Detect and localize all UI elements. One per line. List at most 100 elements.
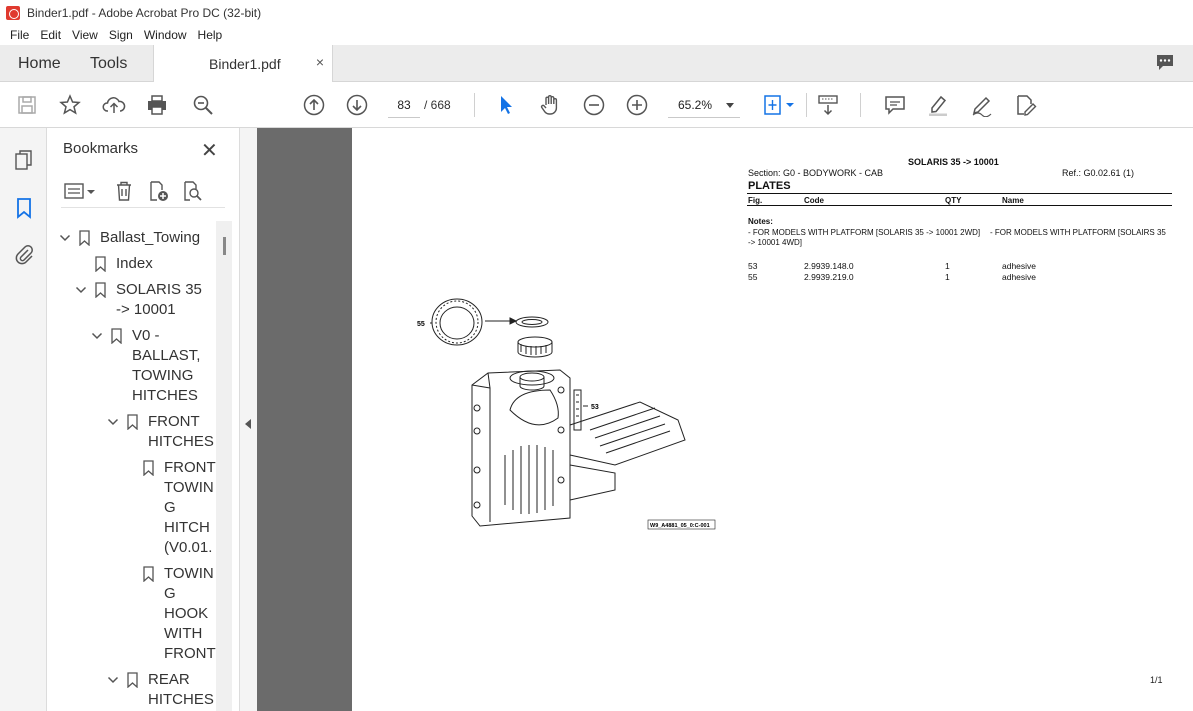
tab-close-icon[interactable]: ×	[316, 54, 324, 70]
table-rule-top	[747, 193, 1172, 194]
menu-edit[interactable]: Edit	[40, 28, 61, 42]
bookmark-icon	[127, 414, 138, 430]
left-rail	[0, 128, 47, 711]
search-bookmark-icon[interactable]	[181, 180, 203, 202]
page-number-input[interactable]: 83	[388, 92, 420, 118]
zoom-search-icon[interactable]	[191, 93, 215, 117]
row-55-code: 2.9939.219.0	[804, 272, 854, 282]
callout-53: 53	[591, 404, 599, 411]
save-icon[interactable]	[15, 93, 39, 117]
page-thumbnails-icon[interactable]	[13, 149, 35, 171]
chevron-down-icon[interactable]	[59, 232, 71, 244]
zoom-level-value: 65.2%	[678, 98, 713, 112]
menu-view[interactable]: View	[72, 28, 98, 42]
chevron-down-icon[interactable]	[75, 284, 87, 296]
bookmark-label: REAR HITCHES	[148, 671, 214, 708]
chevron-down-icon[interactable]	[107, 674, 119, 686]
upload-cloud-icon[interactable]	[102, 93, 126, 117]
paperclip-icon[interactable]	[13, 243, 35, 265]
close-icon[interactable]: ✕	[201, 138, 218, 163]
col-name: Name	[1002, 196, 1024, 205]
scroll-mode-icon[interactable]	[816, 93, 840, 117]
toolbar: 83 / 668 65.2%	[0, 82, 1193, 128]
highlight-pen-icon[interactable]	[926, 93, 950, 117]
doc-section: Section: G0 - BODYWORK - CAB	[748, 168, 884, 178]
select-cursor-icon[interactable]	[494, 93, 518, 117]
bookmark-tree: Ballast_Towing Index SOLARIS 35 -> 10001 V0…	[47, 220, 229, 711]
toolbar-divider	[474, 93, 475, 117]
tab-tools[interactable]: Tools	[90, 55, 127, 73]
toolbar-divider	[860, 93, 861, 117]
previous-page-icon[interactable]	[302, 93, 326, 117]
bookmark-icon	[111, 328, 122, 344]
doc-header: SOLARIS 35 -> 10001	[908, 157, 999, 167]
hand-tool-icon[interactable]	[538, 93, 562, 117]
chevron-down-icon[interactable]	[123, 462, 135, 474]
tab-document-label: Binder1.pdf	[209, 56, 281, 72]
title-bar: Binder1.pdf - Adobe Acrobat Pro DC (32-b…	[0, 0, 1193, 25]
bookmark-item[interactable]: REAR HITCHES	[107, 670, 214, 710]
bookmark-icon	[79, 230, 90, 246]
comment-icon[interactable]	[883, 93, 907, 117]
delete-bookmark-icon[interactable]	[113, 180, 135, 202]
doc-ref: Ref.: G0.02.61 (1)	[1062, 168, 1135, 178]
page-number-label: 1/1	[1150, 675, 1163, 685]
tab-document[interactable]: Binder1.pdf ×	[153, 45, 333, 82]
tab-home[interactable]: Home	[18, 55, 61, 73]
collapse-arrow-icon[interactable]	[245, 419, 251, 429]
zoom-out-icon[interactable]	[582, 93, 606, 117]
row-53-fig: 53	[748, 261, 758, 271]
zoom-level-dropdown[interactable]: 65.2%	[668, 92, 740, 118]
bookmark-label: Index	[116, 255, 153, 272]
bookmark-item[interactable]: TOWIN G HOOK WITH FRONT	[123, 564, 216, 664]
bookmarks-scrollbar[interactable]	[216, 221, 232, 711]
chevron-down-icon[interactable]	[123, 568, 135, 580]
bookmark-label: FRONT TOWIN G HITCH (V0.01.	[164, 459, 216, 556]
callout-55: 55	[417, 321, 425, 328]
chevron-down-icon[interactable]	[91, 330, 103, 342]
bookmark-item[interactable]: Ballast_Towing	[59, 228, 200, 248]
bookmark-item[interactable]: V0 - BALLAST, TOWING HITCHES	[91, 326, 200, 406]
col-fig: Fig.	[748, 196, 763, 205]
chevron-down-icon[interactable]	[107, 416, 119, 428]
bookmark-item[interactable]: FRONT TOWIN G HITCH (V0.01.	[123, 458, 216, 558]
row-53-code: 2.9939.148.0	[804, 261, 854, 271]
bookmark-item[interactable]: Index	[75, 254, 153, 274]
sign-pen-icon[interactable]	[970, 93, 994, 118]
bookmark-item[interactable]: SOLARIS 35 -> 10001	[75, 280, 202, 320]
menu-bar: File Edit View Sign Window Help	[0, 25, 1193, 45]
bookmark-item[interactable]: FRONT HITCHES	[107, 412, 214, 452]
note-a: - FOR MODELS WITH PLATFORM [SOLARIS 35 -…	[748, 228, 981, 237]
row-53-qty: 1	[945, 261, 950, 271]
print-icon[interactable]	[145, 93, 169, 117]
chevron-down-icon	[726, 103, 734, 108]
drawing-id: W9_A4881_05_0:C-001	[650, 523, 710, 529]
new-bookmark-icon[interactable]	[147, 180, 169, 202]
bookmark-panel-icon[interactable]	[13, 197, 35, 219]
next-page-icon[interactable]	[345, 93, 369, 117]
note-b-line1: - FOR MODELS WITH PLATFORM [SOLAIRS 35	[990, 228, 1166, 237]
menu-file[interactable]: File	[10, 28, 29, 42]
menu-help[interactable]: Help	[198, 28, 223, 42]
row-55-fig: 55	[748, 272, 758, 282]
comment-bubble-icon[interactable]	[1155, 53, 1175, 71]
edit-pdf-icon[interactable]	[1013, 93, 1037, 117]
toolbar-divider	[806, 93, 807, 117]
bookmark-label: TOWIN G HOOK WITH FRONT	[164, 565, 216, 662]
fit-page-icon[interactable]	[762, 93, 798, 117]
menu-window[interactable]: Window	[144, 28, 187, 42]
bookmark-label: V0 - BALLAST, TOWING HITCHES	[132, 327, 201, 404]
panel-collapse-strip[interactable]	[240, 128, 257, 711]
scrollbar-thumb[interactable]	[223, 237, 226, 255]
chevron-down-icon[interactable]	[75, 258, 87, 270]
parts-drawing: 55 53 W9_A4881_05_0:C-001	[417, 298, 716, 530]
acrobat-logo-icon	[6, 5, 20, 20]
menu-sign[interactable]: Sign	[109, 28, 133, 42]
bookmark-icon	[95, 282, 106, 298]
bookmark-label: FRONT HITCHES	[148, 413, 214, 450]
bookmark-options-icon[interactable]	[63, 180, 97, 202]
bookmark-icon	[143, 460, 154, 476]
zoom-in-icon[interactable]	[625, 93, 649, 117]
star-icon[interactable]	[58, 93, 82, 117]
notes-label: Notes:	[748, 217, 773, 226]
